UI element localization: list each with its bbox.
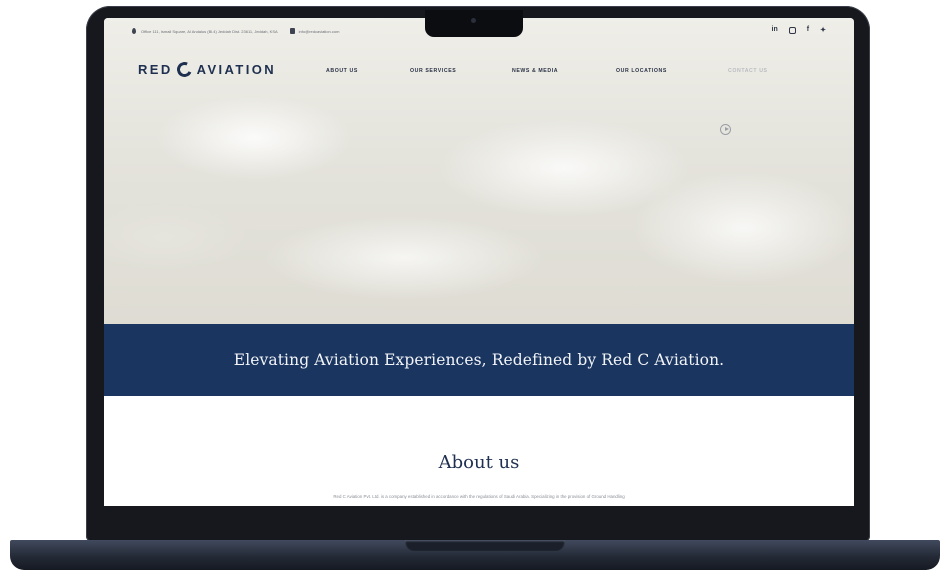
nav-contact-us[interactable]: CONTACT US [728,68,768,74]
play-video-icon[interactable] [720,124,731,135]
hero-cloud-section: Office 111, Ismail Square, Al Andalus (B… [104,18,854,324]
main-navigation: RED AVIATION ABOUT US OUR SERVICES NEWS … [104,59,854,82]
instagram-icon[interactable] [788,27,796,34]
nav-our-locations[interactable]: OUR LOCATIONS [616,68,667,74]
camera-icon [471,18,476,23]
facebook-icon[interactable]: f [807,26,809,34]
red-c-aviation-logo[interactable]: RED AVIATION [138,59,277,80]
logo-text-aviation: AVIATION [196,62,277,77]
about-us-heading: About us [438,452,520,473]
nav-news-media[interactable]: NEWS & MEDIA [512,68,558,74]
email-link[interactable]: info@redcaviation.com [299,29,340,34]
camera-notch [425,10,523,37]
address-text: Office 111, Ismail Square, Al Andalus (B… [141,28,278,34]
about-us-paragraph: Red C Aviation Pvt. Ltd. is a company es… [333,494,625,499]
laptop-screen: Office 111, Ismail Square, Al Andalus (B… [104,18,854,506]
nav-about-us[interactable]: ABOUT US [326,68,358,74]
trackpad-notch [405,540,565,551]
mail-icon [289,28,295,34]
tagline-banner: Elevating Aviation Experiences, Redefine… [104,324,854,396]
laptop-base [10,540,940,570]
c-logo-icon [174,59,194,80]
tagline-text: Elevating Aviation Experiences, Redefine… [233,351,725,369]
nav-our-services[interactable]: OUR SERVICES [410,68,456,74]
twitter-icon[interactable]: ✦ [820,26,826,34]
linkedin-icon[interactable]: in [772,26,778,34]
logo-text-red: RED [138,62,173,77]
social-links: in f ✦ [772,26,826,34]
location-pin-icon [132,28,136,34]
